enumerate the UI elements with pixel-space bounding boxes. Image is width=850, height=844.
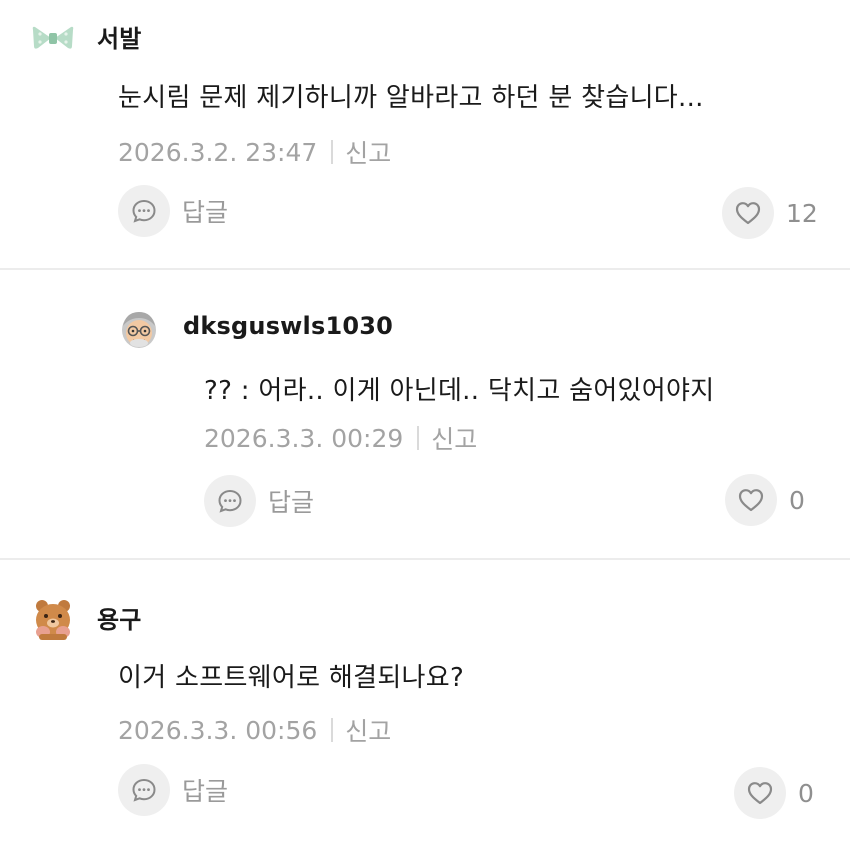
meta-divider [331,718,334,742]
heart-icon [725,474,777,526]
report-button[interactable]: 신고 [345,712,391,748]
comment-timestamp: 2026.3.2. 23:47 [118,137,318,167]
heart-icon [722,187,774,239]
comment-nickname[interactable]: 용구 [97,600,142,635]
comment-text: 이거 소프트웨어로 해결되나요? [118,663,465,693]
speech-bubble-icon [118,185,170,237]
comment-text: 눈시림 문제 제기하니까 알바라고 하던 분 찾습니다... [118,83,704,113]
like-button[interactable]: 0 [725,474,805,526]
speech-bubble-icon [204,475,256,527]
reply-label: 답글 [182,777,229,806]
reply-label: 답글 [268,488,315,517]
like-button[interactable]: 0 [734,767,814,819]
comment-text: ?? : 어라.. 이게 아닌데.. 닥치고 숨어있어야지 [204,376,715,406]
reply-label: 답글 [182,198,229,227]
like-count: 12 [786,198,818,228]
speech-bubble-icon [118,764,170,816]
like-count: 0 [789,485,805,515]
bear-avatar-icon[interactable] [30,596,76,642]
reply-button[interactable]: 답글 [204,475,314,527]
old-man-avatar-icon[interactable] [116,306,162,352]
like-count: 0 [798,778,814,808]
comment-item: 용구 이거 소프트웨어로 해결되나요? 2026.3.3. 00:56 신고 답… [0,560,850,844]
comment-meta: 2026.3.3. 00:29 신고 [204,420,477,456]
reply-comment-item: dksguswls1030 ?? : 어라.. 이게 아닌데.. 닥치고 숨어있… [0,270,850,558]
heart-icon [734,767,786,819]
report-button[interactable]: 신고 [431,420,477,456]
comment-nickname[interactable]: dksguswls1030 [183,312,393,340]
like-button[interactable]: 12 [722,187,818,239]
comment-meta: 2026.3.2. 23:47 신고 [118,134,391,170]
reply-button[interactable]: 답글 [118,764,228,816]
comment-timestamp: 2026.3.3. 00:29 [204,423,404,453]
report-button[interactable]: 신고 [345,134,391,170]
ribbon-bow-icon[interactable] [30,16,76,62]
comment-item: 서발 눈시림 문제 제기하니까 알바라고 하던 분 찾습니다... 2026.3… [0,0,850,268]
comment-nickname[interactable]: 서발 [97,19,142,54]
comment-meta: 2026.3.3. 00:56 신고 [118,712,391,748]
meta-divider [331,140,334,164]
comment-timestamp: 2026.3.3. 00:56 [118,715,318,745]
meta-divider [417,426,420,450]
reply-button[interactable]: 답글 [118,185,228,237]
